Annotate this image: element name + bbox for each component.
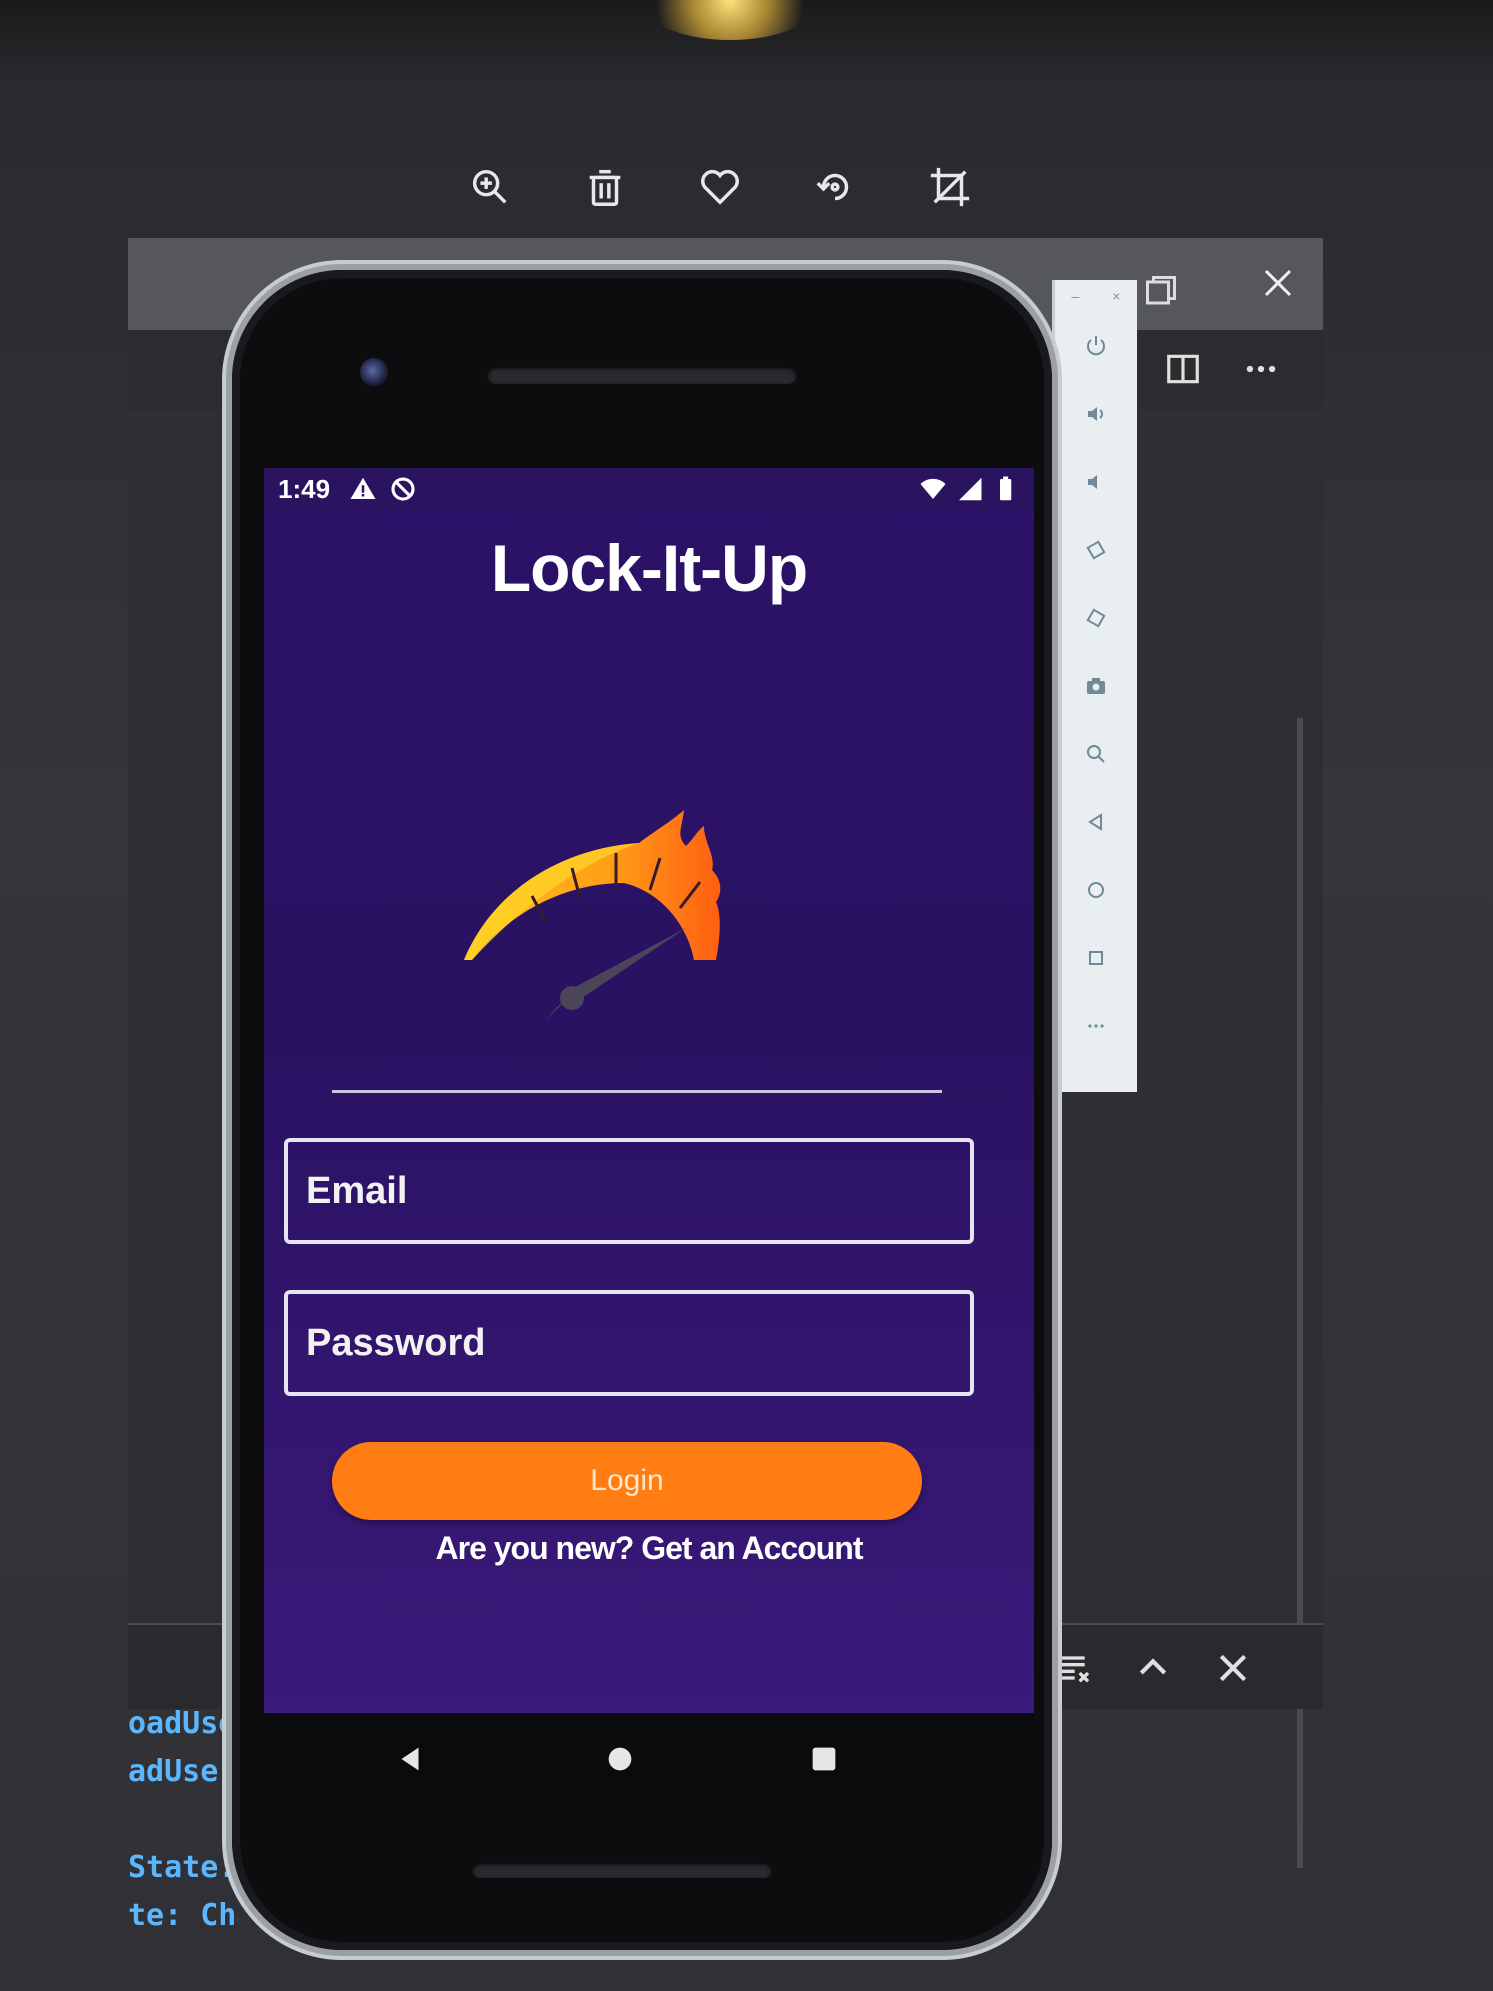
bottom-speaker [472,1862,772,1878]
close-icon[interactable]: × [1112,288,1120,304]
speedometer-flame-logo [464,810,721,1020]
more-options-icon[interactable] [1236,344,1286,394]
home-icon[interactable] [1055,856,1137,924]
heart-icon[interactable] [690,155,750,219]
battery-icon [990,474,1020,511]
photo-viewer-toolbar [460,155,1000,225]
power-icon[interactable] [1055,312,1137,380]
app-screen: 1:49 Lock-It-Up Email Login Are you new?… [264,468,1034,1713]
signal-icon [954,474,984,511]
do-not-disturb-icon [388,474,418,511]
nav-back-icon[interactable] [382,1731,438,1787]
clear-output-icon[interactable] [1048,1643,1098,1693]
rotate-right-icon[interactable] [1055,584,1137,652]
volume-down-icon[interactable] [1055,448,1137,516]
console-line: te: Cha [128,1898,238,1933]
front-camera [360,358,388,386]
password-input[interactable] [288,1294,970,1392]
phone-device: 1:49 Lock-It-Up Email Login Are you new?… [232,270,1052,1950]
app-title: Lock-It-Up [490,531,808,605]
status-time: 1:49 [278,474,331,504]
email-input[interactable] [288,1142,970,1240]
status-bar: 1:49 [264,468,1034,510]
zoom-in-icon[interactable] [460,155,520,219]
maximize-icon[interactable] [1143,273,1176,305]
console-line: State: [128,1850,237,1885]
password-field[interactable] [284,1290,974,1396]
login-button[interactable]: Login [332,1442,922,1520]
minimize-icon[interactable]: – [1072,288,1080,304]
panel-window-controls: – × [1055,280,1137,312]
volume-up-icon[interactable] [1055,380,1137,448]
rotate-left-icon[interactable] [1055,516,1137,584]
light-glare [640,0,820,40]
crop-icon[interactable] [920,155,980,219]
earpiece-speaker [487,366,797,384]
overview-icon[interactable] [1055,924,1137,992]
nav-overview-icon[interactable] [796,1731,852,1787]
emulator-side-panel: – × [1052,280,1137,1092]
chevron-up-icon[interactable] [1128,1643,1178,1693]
zoom-icon[interactable] [1055,720,1137,788]
back-icon[interactable] [1055,788,1137,856]
console-line: adUser [128,1754,237,1789]
warning-icon [348,474,378,511]
close-panel-icon[interactable] [1208,1643,1258,1693]
camera-icon[interactable] [1055,652,1137,720]
console-line: oadUse [128,1706,237,1741]
wifi-icon [918,474,948,511]
nav-home-icon[interactable] [592,1731,648,1787]
android-nav-bar [264,1713,1034,1805]
email-field[interactable] [284,1138,974,1244]
rotate-icon[interactable] [805,155,865,219]
trash-icon[interactable] [575,155,635,219]
register-link[interactable]: Are you new? Get an Account [264,1530,1034,1567]
divider-line [332,1090,942,1093]
more-icon[interactable] [1055,992,1137,1060]
close-icon[interactable] [1253,258,1303,308]
split-view-icon[interactable] [1158,344,1208,394]
